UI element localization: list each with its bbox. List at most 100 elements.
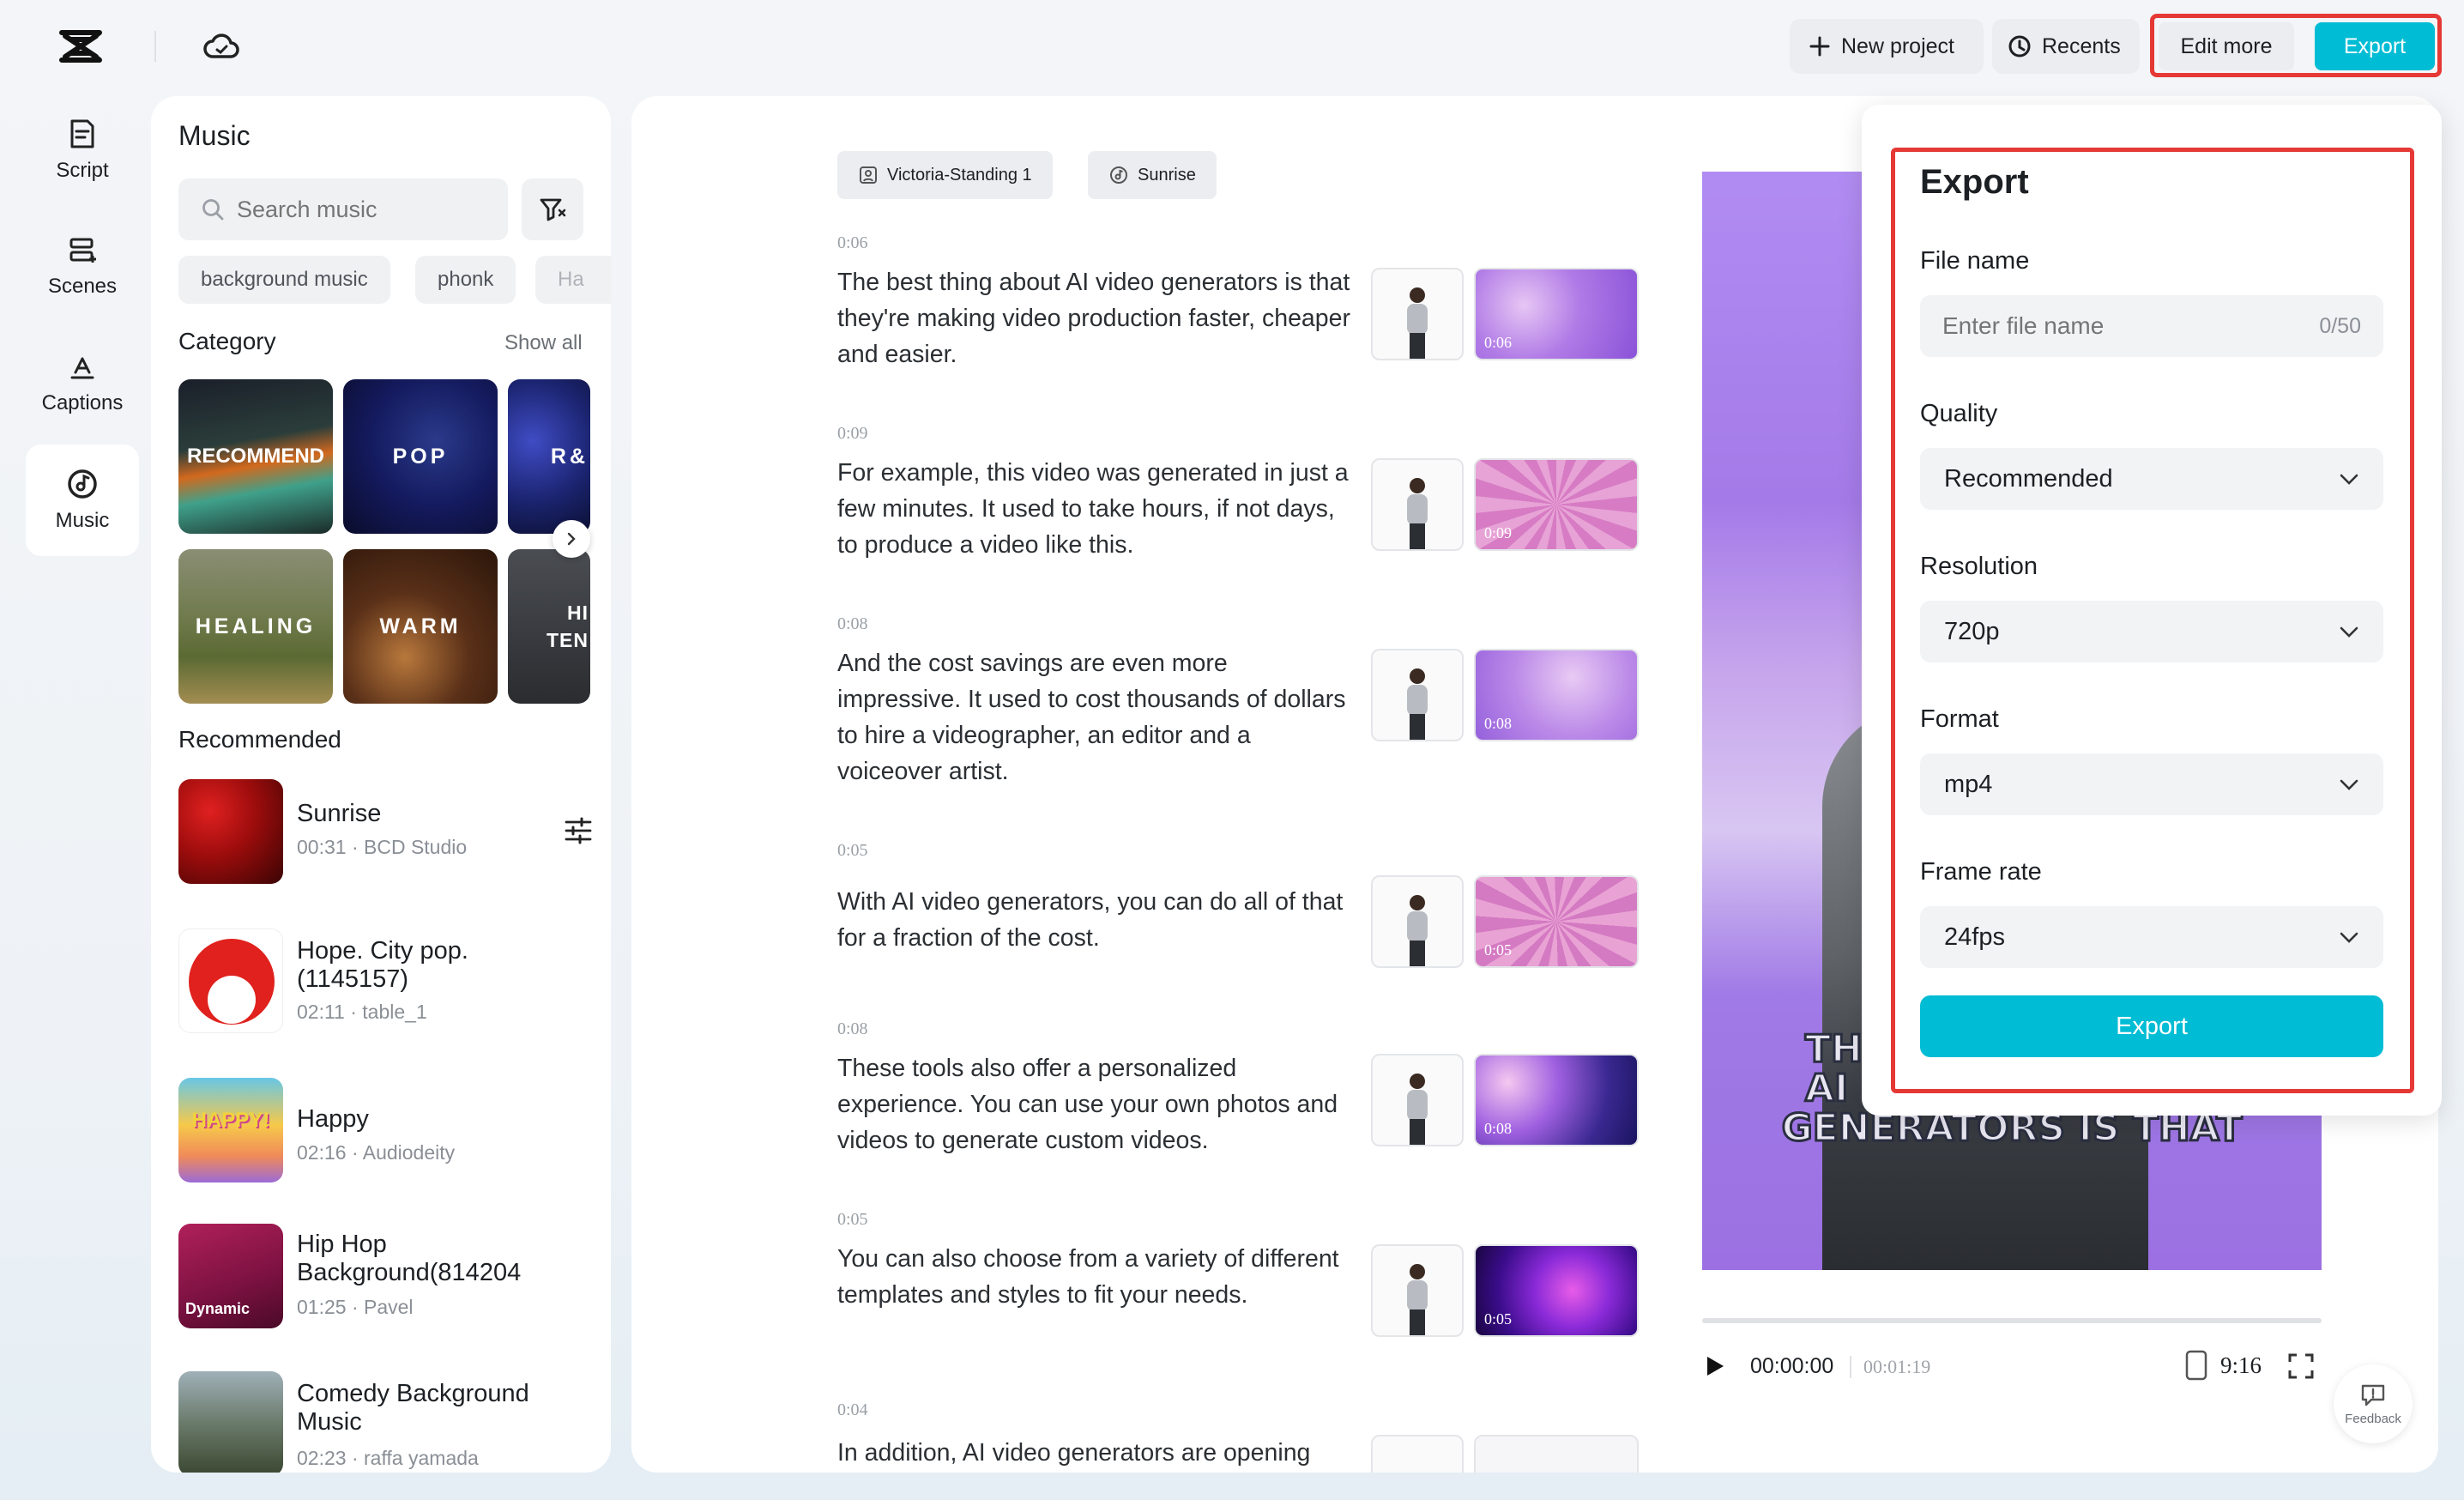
scene-text[interactable]: With AI video generators, you can do all… [837,884,1352,956]
scene-bg-duration: 0:08 [1484,715,1513,732]
recents-label: Recents [2042,33,2121,58]
nav-captions[interactable]: Captions [26,328,139,439]
quality-label: Quality [1920,400,1998,427]
export-confirm-button[interactable]: Export [1920,995,2383,1057]
quality-value: Recommended [1944,464,2113,493]
category-hi-ten[interactable]: HI TEN [508,549,590,704]
scene-avatar-thumb[interactable] [1371,649,1464,741]
track-name: Hope. City pop. (1145157) [297,937,468,993]
track-thumb [178,1371,283,1473]
edit-more-label: Edit more [2180,33,2273,58]
scene-avatar-thumb[interactable] [1371,268,1464,360]
quality-select[interactable]: Recommended [1920,448,2383,510]
cloud-button[interactable] [202,31,240,62]
aspect-ratio-button[interactable]: 9:16 [2184,1349,2262,1382]
scene-background-thumb[interactable]: 0:05 [1474,875,1639,968]
filter-button[interactable] [522,178,583,240]
scene-avatar-thumb[interactable] [1371,458,1464,551]
track-comedy[interactable]: Comedy Background Music 02:23 · raffa ya… [178,1371,590,1473]
current-time: 00:00:00 [1750,1354,1834,1378]
track-adjust-button[interactable] [563,815,594,846]
scene-duration: 0:05 [837,1210,868,1229]
export-panel: Export File name 0/50 Quality Recommende… [1862,105,2442,1116]
avatar-icon [860,166,877,184]
scene-text[interactable]: And the cost savings are even more impre… [837,645,1352,789]
scene-avatar-thumb[interactable] [1371,875,1464,968]
export-top-button[interactable]: Export [2315,22,2435,70]
avatar-figure-icon [1407,1074,1428,1145]
scene-text[interactable]: These tools also offer a personalized ex… [837,1050,1352,1158]
track-sunrise[interactable]: Sunrise 00:31 · BCD Studio [178,779,592,884]
avatar-figure-icon [1407,478,1428,549]
scene-text[interactable]: You can also choose from a variety of di… [837,1241,1352,1313]
scene-background-thumb[interactable]: 0:08 [1474,1054,1639,1146]
new-project-button[interactable]: New project [1790,19,1984,74]
avatar-figure-icon [1407,895,1428,966]
scene-duration: 0:08 [837,614,868,633]
category-warm[interactable]: WARM [343,549,498,704]
category-pop[interactable]: POP [343,379,498,534]
recommended-title: Recommended [178,726,341,753]
file-name-input[interactable] [1942,312,2268,340]
nav-scenes[interactable]: Scenes [26,211,139,323]
track-hope-city-pop[interactable]: Hope. City pop. (1145157) 02:11 · table_… [178,928,590,1033]
track-thumb-text: Dynamic [185,1300,251,1317]
resolution-select[interactable]: 720p [1920,601,2383,662]
category-recommend[interactable]: RECOMMEND [178,379,333,534]
scene-background-thumb[interactable] [1474,1435,1639,1473]
nav-music[interactable]: Music [26,445,139,556]
chip-background-music[interactable]: background music [178,256,390,304]
track-hip-hop[interactable]: Dynamic Hip Hop Background(814204 01:25 … [178,1224,590,1328]
carousel-next-button[interactable] [553,520,590,558]
search-input[interactable] [237,196,494,223]
format-select[interactable]: mp4 [1920,753,2383,815]
category-healing[interactable]: HEALING [178,549,333,704]
feedback-icon [2361,1384,2385,1406]
nav-scenes-label: Scenes [47,275,118,298]
category-warm-label: WARM [379,614,462,638]
divider [154,31,156,62]
avatar-tag-label: Victoria-Standing 1 [887,165,1032,184]
category-recommend-label: RECOMMEND [187,445,324,468]
scene-bg-duration: 0:05 [1484,1310,1513,1328]
track-happy[interactable]: HAPPY! Happy 02:16 · Audiodeity [178,1078,590,1182]
scene-background-thumb[interactable]: 0:08 [1474,649,1639,741]
scene-avatar-thumb[interactable] [1371,1435,1464,1473]
avatar-tag[interactable]: Victoria-Standing 1 [837,151,1053,199]
music-tag-label: Sunrise [1138,165,1196,184]
chip-phonk[interactable]: phonk [415,256,516,304]
track-thumb: HAPPY! [178,1078,283,1182]
scene-background-thumb[interactable]: 0:05 [1474,1244,1639,1337]
show-all-link[interactable]: Show all [504,331,583,355]
scene-avatar-thumb[interactable] [1371,1054,1464,1146]
scene-text[interactable]: In addition, AI video generators are ope… [837,1435,1352,1471]
scene-text[interactable]: For example, this video was generated in… [837,455,1352,563]
scene-bg-duration: 0:06 [1484,334,1513,351]
edit-more-button[interactable]: Edit more [2159,22,2294,70]
track-meta: 00:31 · BCD Studio [297,836,468,858]
app-logo[interactable] [57,26,105,67]
play-button[interactable] [1704,1354,1726,1378]
recents-button[interactable]: Recents [1992,19,2140,74]
track-thumb: Dynamic [178,1224,283,1328]
chevron-right-icon [567,532,576,546]
aspect-ratio-icon [2185,1350,2207,1381]
scene-text[interactable]: The best thing about AI video generators… [837,264,1352,372]
scene-avatar-thumb[interactable] [1371,1244,1464,1337]
playback-progress[interactable] [1702,1318,2322,1323]
scene-background-thumb[interactable]: 0:09 [1474,458,1639,551]
feedback-button[interactable]: Feedback [2334,1364,2413,1443]
fullscreen-button[interactable] [2287,1352,2315,1380]
chip-ha[interactable]: Ha [535,256,611,304]
music-search-box[interactable] [178,178,508,240]
script-icon [70,119,94,148]
category-rb[interactable]: R& [508,379,590,534]
nav-script[interactable]: Script [26,94,139,206]
fullscreen-icon [2288,1353,2314,1379]
chevron-down-icon [2340,779,2358,790]
music-tag[interactable]: Sunrise [1088,151,1217,199]
scene-background-thumb[interactable]: 0:06 [1474,268,1639,360]
chevron-down-icon [2340,932,2358,943]
frame-rate-select[interactable]: 24fps [1920,906,2383,968]
file-name-field[interactable]: 0/50 [1920,295,2383,357]
